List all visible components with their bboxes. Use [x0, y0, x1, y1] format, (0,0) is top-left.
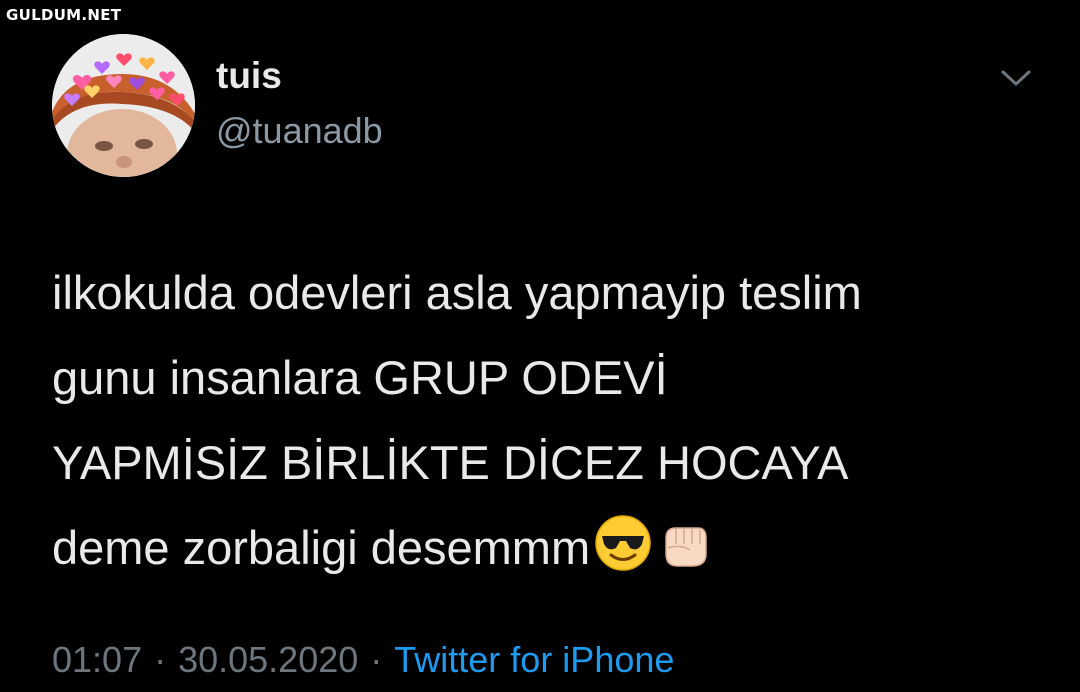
tweet-metadata: 01:07 · 30.05.2020 · Twitter for iPhone — [52, 638, 674, 681]
separator-dot: · — [370, 639, 383, 680]
tweet-time[interactable]: 01:07 — [52, 639, 142, 680]
avatar[interactable] — [52, 34, 195, 177]
display-name[interactable]: tuis — [216, 55, 282, 97]
watermark-logo: GULDUM.NET — [6, 6, 122, 24]
separator-dot: · — [154, 639, 167, 680]
tweet-text-line: deme zorbaligi desemmm — [52, 521, 591, 574]
avatar-photo — [52, 34, 195, 177]
smiling-face-with-sunglasses-icon — [594, 513, 652, 598]
tweet-text-line: YAPMİSİZ BİRLİKTE DİCEZ HOCAYA — [52, 436, 849, 489]
oncoming-fist-icon — [656, 513, 714, 598]
tweet-date[interactable]: 30.05.2020 — [178, 639, 358, 680]
tweet-text-line: gunu insanlara GRUP ODEVİ — [52, 351, 668, 404]
user-handle[interactable]: @tuanadb — [216, 111, 383, 151]
tweet-source-link[interactable]: Twitter for iPhone — [394, 639, 674, 680]
chevron-down-icon — [1001, 70, 1031, 86]
more-options-button[interactable] — [996, 60, 1036, 96]
tweet-text-line: ilkokulda odevleri asla yapmayip teslim — [52, 266, 862, 319]
tweet-text: ilkokulda odevleri asla yapmayip teslim … — [52, 250, 1042, 598]
